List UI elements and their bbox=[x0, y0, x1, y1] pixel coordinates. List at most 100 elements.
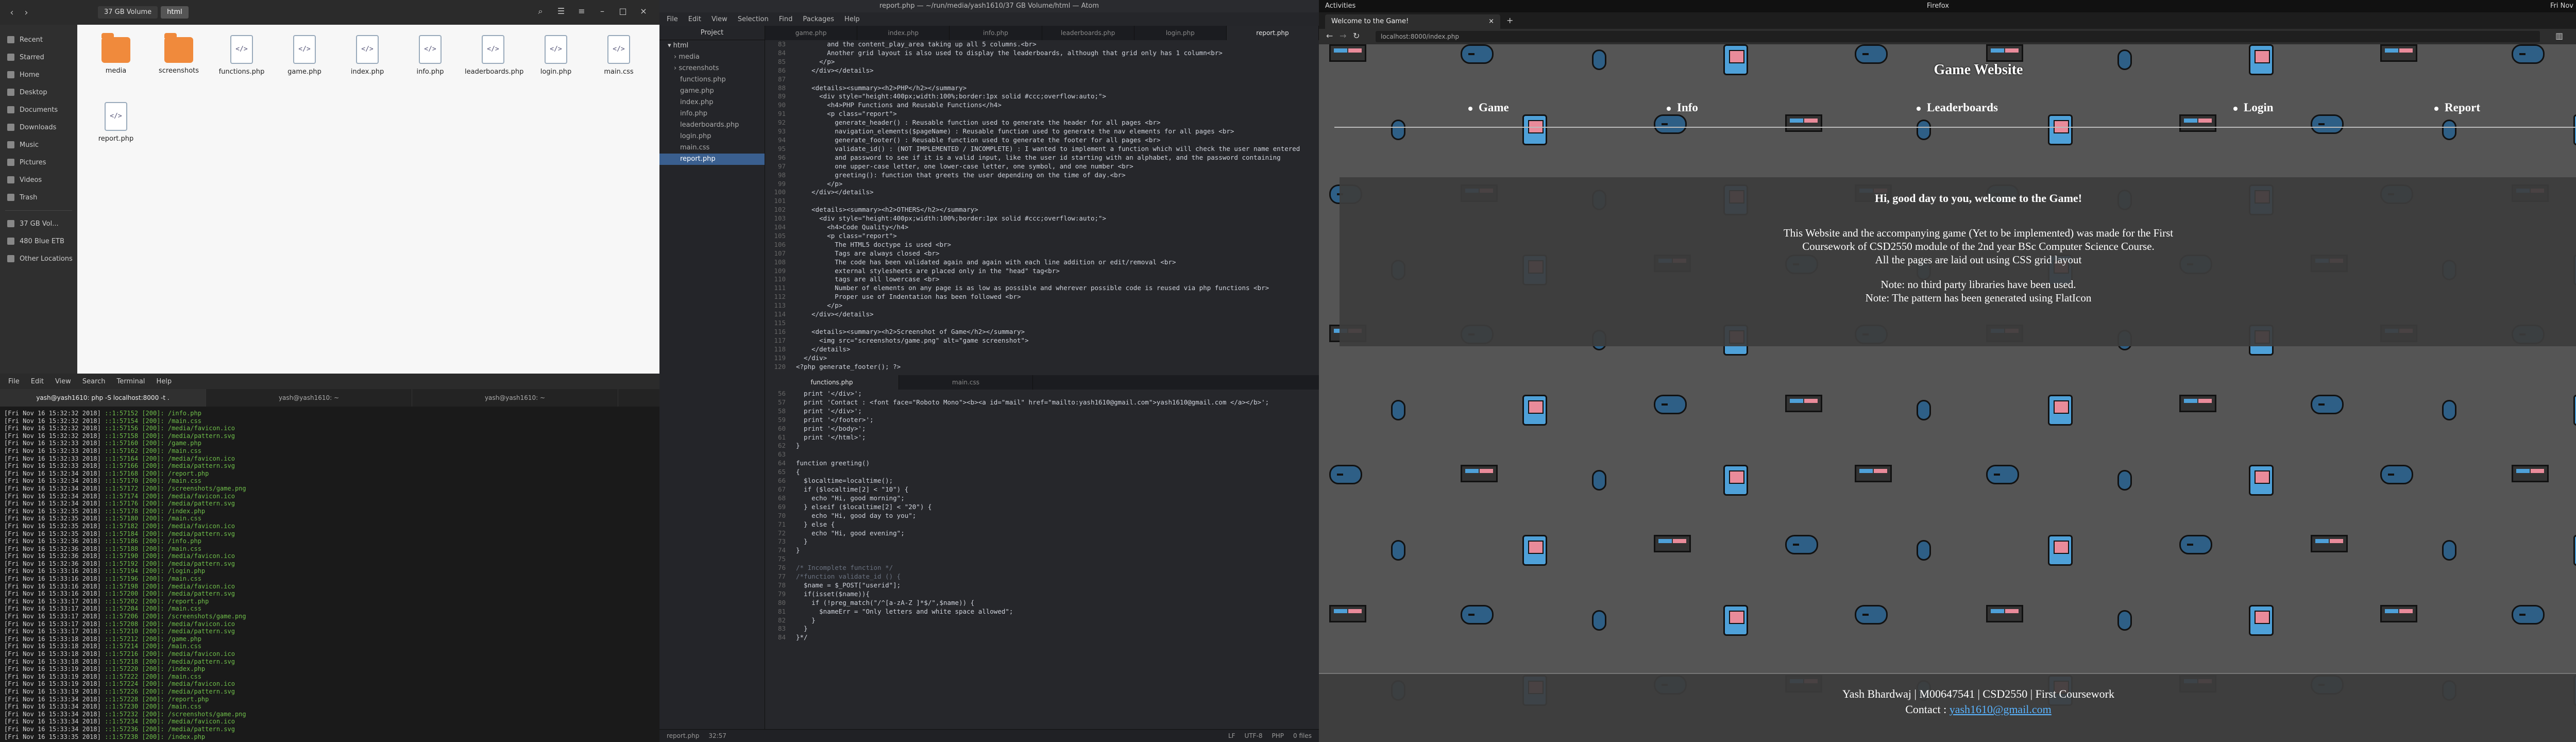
forward-icon[interactable]: › bbox=[21, 7, 32, 18]
sidebar-item[interactable]: Downloads bbox=[0, 119, 77, 136]
sidebar-item[interactable]: 37 GB Vol... bbox=[0, 215, 77, 232]
nav-report[interactable]: Report bbox=[2434, 101, 2480, 114]
file-item[interactable]: main.css bbox=[590, 30, 647, 87]
nav-game[interactable]: Game bbox=[1468, 101, 1509, 114]
tree-item[interactable]: ▾ html bbox=[659, 40, 765, 52]
atom-menu-item[interactable]: Packages bbox=[803, 15, 834, 23]
sidebar-item[interactable]: Desktop bbox=[0, 83, 77, 101]
sidebar-item[interactable]: Documents bbox=[0, 101, 77, 119]
tree-item[interactable]: leaderboards.php bbox=[659, 120, 765, 131]
terminal-output[interactable]: [Fri Nov 16 15:32:32 2018] ::1:57152 [20… bbox=[0, 407, 659, 741]
status-git[interactable]: 0 files bbox=[1293, 732, 1312, 739]
sidebar-item[interactable]: 480 Blue ETB bbox=[0, 232, 77, 250]
atom-menu-item[interactable]: Selection bbox=[738, 15, 769, 23]
terminal-menu-item[interactable]: Terminal bbox=[116, 378, 145, 385]
tree-item[interactable]: functions.php bbox=[659, 74, 765, 86]
sidebar-item[interactable]: Pictures bbox=[0, 154, 77, 171]
tree-item[interactable]: index.php bbox=[659, 97, 765, 108]
sidebar-item[interactable]: Home bbox=[0, 66, 77, 83]
file-item[interactable]: login.php bbox=[528, 30, 584, 87]
file-item[interactable]: media bbox=[88, 30, 144, 87]
file-item[interactable]: screenshots bbox=[150, 30, 207, 87]
editor-pane-functions[interactable]: 56 57 58 59 60 61 62 63 64 65 66 67 68 6… bbox=[765, 390, 1319, 729]
maximize-icon[interactable]: □ bbox=[617, 6, 629, 16]
sidebar-item[interactable]: Music bbox=[0, 136, 77, 154]
status-encoding[interactable]: UTF-8 bbox=[1245, 732, 1263, 739]
status-grammar[interactable]: PHP bbox=[1272, 732, 1284, 739]
menu-icon[interactable]: ≡ bbox=[576, 6, 587, 16]
tree-item[interactable]: login.php bbox=[659, 131, 765, 142]
sidebar-item[interactable]: Trash bbox=[0, 189, 77, 206]
terminal-menu-item[interactable]: File bbox=[8, 378, 20, 385]
status-line-ending[interactable]: LF bbox=[1228, 732, 1235, 739]
list-view-icon[interactable]: ☰ bbox=[555, 6, 567, 16]
tree-item[interactable]: › media bbox=[659, 52, 765, 63]
forward-icon[interactable]: → bbox=[1340, 31, 1346, 41]
atom-menu-item[interactable]: Find bbox=[779, 15, 793, 23]
nav-info[interactable]: Info bbox=[1667, 101, 1698, 114]
breadcrumb-html[interactable]: html bbox=[161, 6, 189, 19]
tree-item[interactable]: report.php bbox=[659, 154, 765, 165]
clock[interactable]: Fri Nov 16 15:33:49 bbox=[2550, 2, 2576, 10]
status-file[interactable]: report.php bbox=[667, 732, 699, 739]
editor-tab[interactable]: leaderboards.php bbox=[1042, 26, 1134, 40]
atom-menu-item[interactable]: View bbox=[711, 15, 727, 23]
code-line: <details><summary><h2>PHP</h2></summary> bbox=[796, 83, 967, 92]
back-icon[interactable]: ← bbox=[1326, 31, 1333, 41]
close-tab-icon[interactable]: × bbox=[1488, 18, 1494, 25]
tree-item[interactable]: main.css bbox=[659, 142, 765, 154]
close-icon[interactable]: × bbox=[638, 6, 649, 16]
status-cursor[interactable]: 32:57 bbox=[708, 732, 726, 739]
new-tab-icon[interactable]: + bbox=[1506, 15, 1513, 25]
activities-button[interactable]: Activities bbox=[1325, 2, 1355, 10]
code-area[interactable]: and the content_play_area taking up all … bbox=[796, 40, 1319, 371]
editor-tab[interactable]: login.php bbox=[1134, 26, 1227, 40]
minimize-icon[interactable]: – bbox=[597, 6, 608, 16]
editor-tab[interactable]: main.css bbox=[899, 375, 1033, 390]
file-item[interactable]: info.php bbox=[402, 30, 459, 87]
contact-email-link[interactable]: yash1610@gmail.com bbox=[1950, 703, 2052, 716]
terminal-tab[interactable]: yash@yash1610: ~ bbox=[206, 389, 412, 407]
sidebar-item[interactable]: Starred bbox=[0, 48, 77, 66]
editor-tab[interactable]: info.php bbox=[950, 26, 1042, 40]
tree-item[interactable]: › screenshots bbox=[659, 63, 765, 74]
file-icon bbox=[545, 35, 567, 64]
sidebar-item[interactable]: Recent bbox=[0, 31, 77, 48]
file-item[interactable]: index.php bbox=[339, 30, 396, 87]
terminal-menu-item[interactable]: Search bbox=[82, 378, 106, 385]
library-icon[interactable]: ▥ bbox=[2555, 31, 2563, 41]
file-item[interactable]: leaderboards.php bbox=[465, 30, 523, 87]
atom-menu-item[interactable]: Help bbox=[844, 15, 860, 23]
search-icon[interactable]: ⌕ bbox=[535, 6, 546, 16]
terminal-tab[interactable]: yash@yash1610: php -S localhost:8000 -t … bbox=[0, 389, 206, 407]
sidebar-item[interactable]: Other Locations bbox=[0, 250, 77, 267]
tree-item[interactable]: info.php bbox=[659, 108, 765, 120]
sidebar-item[interactable]: Videos bbox=[0, 171, 77, 189]
editor-pane-report[interactable]: 83 84 85 86 87 88 89 90 91 92 93 94 95 9… bbox=[765, 40, 1319, 375]
reload-icon[interactable]: ↻ bbox=[1353, 31, 1360, 41]
editor-tab[interactable]: index.php bbox=[857, 26, 950, 40]
editor-tab[interactable]: functions.php bbox=[765, 375, 899, 390]
breadcrumb-volume[interactable]: 37 GB Volume bbox=[98, 6, 158, 19]
editor-tab[interactable]: game.php bbox=[765, 26, 858, 40]
terminal-tab[interactable]: yash@yash1610: ~ bbox=[412, 389, 618, 407]
terminal-menu-item[interactable]: Help bbox=[156, 378, 172, 385]
editor-tab[interactable]: report.php bbox=[1226, 26, 1319, 40]
file-item[interactable]: game.php bbox=[276, 30, 333, 87]
file-item[interactable]: report.php bbox=[88, 97, 144, 154]
sidebar-item-label: Videos bbox=[20, 176, 42, 184]
file-manager-sidebar: Recent Starred Home Desktop Documents Downloa… bbox=[0, 25, 77, 374]
code-area[interactable]: print '</div>'; print 'Contact : <font f… bbox=[796, 390, 1319, 642]
file-item[interactable]: functions.php bbox=[213, 30, 270, 87]
terminal-menu-item[interactable]: View bbox=[55, 378, 71, 385]
atom-menu-item[interactable]: Edit bbox=[688, 15, 701, 23]
nav-leaderboards[interactable]: Leaderboards bbox=[1917, 101, 1998, 114]
code-line: if ($localtime[2] < "10") { bbox=[796, 485, 909, 493]
tree-item[interactable]: game.php bbox=[659, 86, 765, 97]
atom-menu-item[interactable]: File bbox=[667, 15, 678, 23]
back-icon[interactable]: ‹ bbox=[6, 7, 18, 18]
nav-login[interactable]: Login bbox=[2233, 101, 2274, 114]
browser-tab[interactable]: Welcome to the Game! × bbox=[1325, 14, 1500, 29]
terminal-menu-item[interactable]: Edit bbox=[31, 378, 44, 385]
url-input[interactable]: localhost:8000/index.php bbox=[1376, 31, 2540, 42]
